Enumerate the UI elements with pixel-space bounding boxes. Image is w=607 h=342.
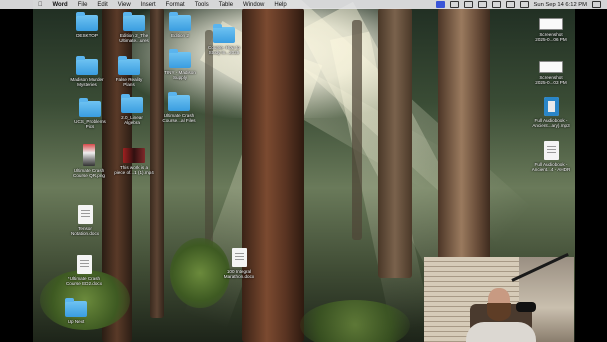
right-letterbox <box>575 0 607 342</box>
folder-icon <box>76 12 98 31</box>
folder-icon <box>168 92 190 111</box>
menu-format[interactable]: Format <box>161 2 190 8</box>
menu-edit[interactable]: Edit <box>92 2 112 8</box>
webcam-person-beard <box>487 303 511 321</box>
menu-insert[interactable]: Insert <box>136 2 161 8</box>
desktop-icon-label: This work is a piece of...1 (1).mp4 <box>114 165 154 176</box>
desktop-icon-label: Tensor Notation.docx <box>70 226 100 237</box>
menu-window[interactable]: Window <box>238 2 269 8</box>
desktop-screen:  Word File Edit View Insert Format Tool… <box>0 0 607 342</box>
desktop-icon-label: Edition 2 <box>171 33 189 38</box>
desktop-folder[interactable]: False Reality Plans <box>101 56 157 88</box>
status-icon[interactable] <box>463 1 473 8</box>
folder-icon <box>123 12 145 31</box>
microphone-icon <box>516 302 536 312</box>
folder-icon <box>118 56 140 75</box>
status-area: Sun Sep 14 6:12 PM <box>435 1 607 8</box>
screenshot-thumbnail-icon <box>539 18 563 30</box>
desktop-icon-label: Up Next <box>67 319 85 324</box>
document-icon <box>76 255 92 274</box>
notification-icon[interactable] <box>592 1 601 8</box>
folder-icon <box>169 49 191 68</box>
document-icon <box>543 141 559 160</box>
desktop-folder[interactable]: TINY - Madison Supply <box>152 49 208 81</box>
document-icon <box>231 248 247 267</box>
control-center-icon[interactable] <box>519 1 529 8</box>
wallpaper-fern <box>300 300 410 342</box>
menu-help[interactable]: Help <box>269 2 291 8</box>
search-icon[interactable] <box>505 1 515 8</box>
desktop-icon-label: UCS_Problems Pics <box>74 119 106 130</box>
menu-view[interactable]: View <box>113 2 136 8</box>
desktop-icon-label: False Reality Plans <box>115 77 143 88</box>
menu-app-name[interactable]: Word <box>48 2 73 8</box>
wallpaper-tree-trunk <box>242 8 304 342</box>
desktop-icon-label: DESKTOP <box>76 33 98 38</box>
wallpaper-tree-trunk <box>352 20 362 240</box>
desktop-document[interactable]: Tensor Notation.docx <box>57 205 113 236</box>
desktop-folder[interactable]: Up Next <box>48 298 104 324</box>
desktop-document[interactable]: Full Audiobook - Ancient...4 - AHDR <box>523 141 579 172</box>
desktop-icon-label: Ultimate Crash Course...al Files <box>162 113 196 124</box>
menu-table[interactable]: Table <box>214 2 238 8</box>
desktop-icon-label: Ultimate Crash Course QR.png <box>73 168 105 179</box>
menu-bar:  Word File Edit View Insert Format Tool… <box>0 0 607 9</box>
status-icon[interactable] <box>449 1 459 8</box>
webcam-person-shirt <box>466 322 536 342</box>
desktop-icon-label: 2.0_Linear Algebra <box>121 115 143 126</box>
screenshot-thumbnail-icon <box>539 61 563 73</box>
wallpaper-tree-trunk <box>438 8 490 270</box>
desktop-icon-label: Full Audiobook - Ancient...4 - AHDR <box>531 162 571 173</box>
desktop-icon-label: Course- How to Study in...2025 <box>208 45 240 56</box>
folder-icon <box>79 98 101 117</box>
desktop-screenshot-file[interactable]: Screenshot 2025-0...06 PM <box>523 18 579 42</box>
wifi-icon[interactable] <box>491 1 501 8</box>
desktop-screenshot-file[interactable]: Screenshot 2025-0...03 PM <box>523 61 579 85</box>
menu-tools[interactable]: Tools <box>190 2 214 8</box>
folder-icon <box>76 56 98 75</box>
menu-file[interactable]: File <box>73 2 93 8</box>
folder-icon <box>213 24 235 43</box>
desktop-icon-label: Madison Murder Mysteries <box>70 77 104 88</box>
desktop-icon-label: Edition 2_The Ultimate...ures <box>119 33 149 44</box>
left-letterbox <box>0 0 33 342</box>
wallpaper-tree-trunk <box>378 8 412 278</box>
menubar-clock[interactable]: Sun Sep 14 6:12 PM <box>534 2 588 8</box>
desktop-icon-label: *Ultimate Crash Course ED2.docx <box>65 276 102 287</box>
desktop-icon-label: TINY - Madison Supply <box>164 70 196 81</box>
desktop-video-file[interactable]: This work is a piece of...1 (1).mp4 <box>106 148 162 175</box>
qr-image-icon <box>83 144 95 166</box>
desktop-document[interactable]: *Ultimate Crash Course ED2.docx <box>56 255 112 286</box>
audio-file-icon <box>543 97 559 116</box>
folder-icon <box>65 298 87 317</box>
screen-record-icon[interactable] <box>435 1 445 8</box>
desktop-icon-label: Screenshot 2025-0...03 PM <box>535 75 567 86</box>
desktop-document[interactable]: 100 Integral Marathon.docx <box>211 248 267 279</box>
video-thumbnail-icon <box>123 148 145 163</box>
desktop-folder[interactable]: Ultimate Crash Course...al Files <box>151 92 207 124</box>
desktop-icon-label: 100 Integral Marathon.docx <box>223 269 255 280</box>
desktop-audio-file[interactable]: Full Audiobook - Ancient...ary).mp3 <box>523 97 579 128</box>
apple-menu-icon[interactable]:  <box>0 2 48 8</box>
desktop-icon-label: Full Audiobook - Ancient...ary).mp3 <box>532 118 570 129</box>
desktop-icon-label: Screenshot 2025-0...06 PM <box>535 32 567 43</box>
folder-icon <box>169 12 191 31</box>
battery-icon[interactable] <box>477 1 487 8</box>
document-icon <box>77 205 93 224</box>
folder-icon <box>121 94 143 113</box>
